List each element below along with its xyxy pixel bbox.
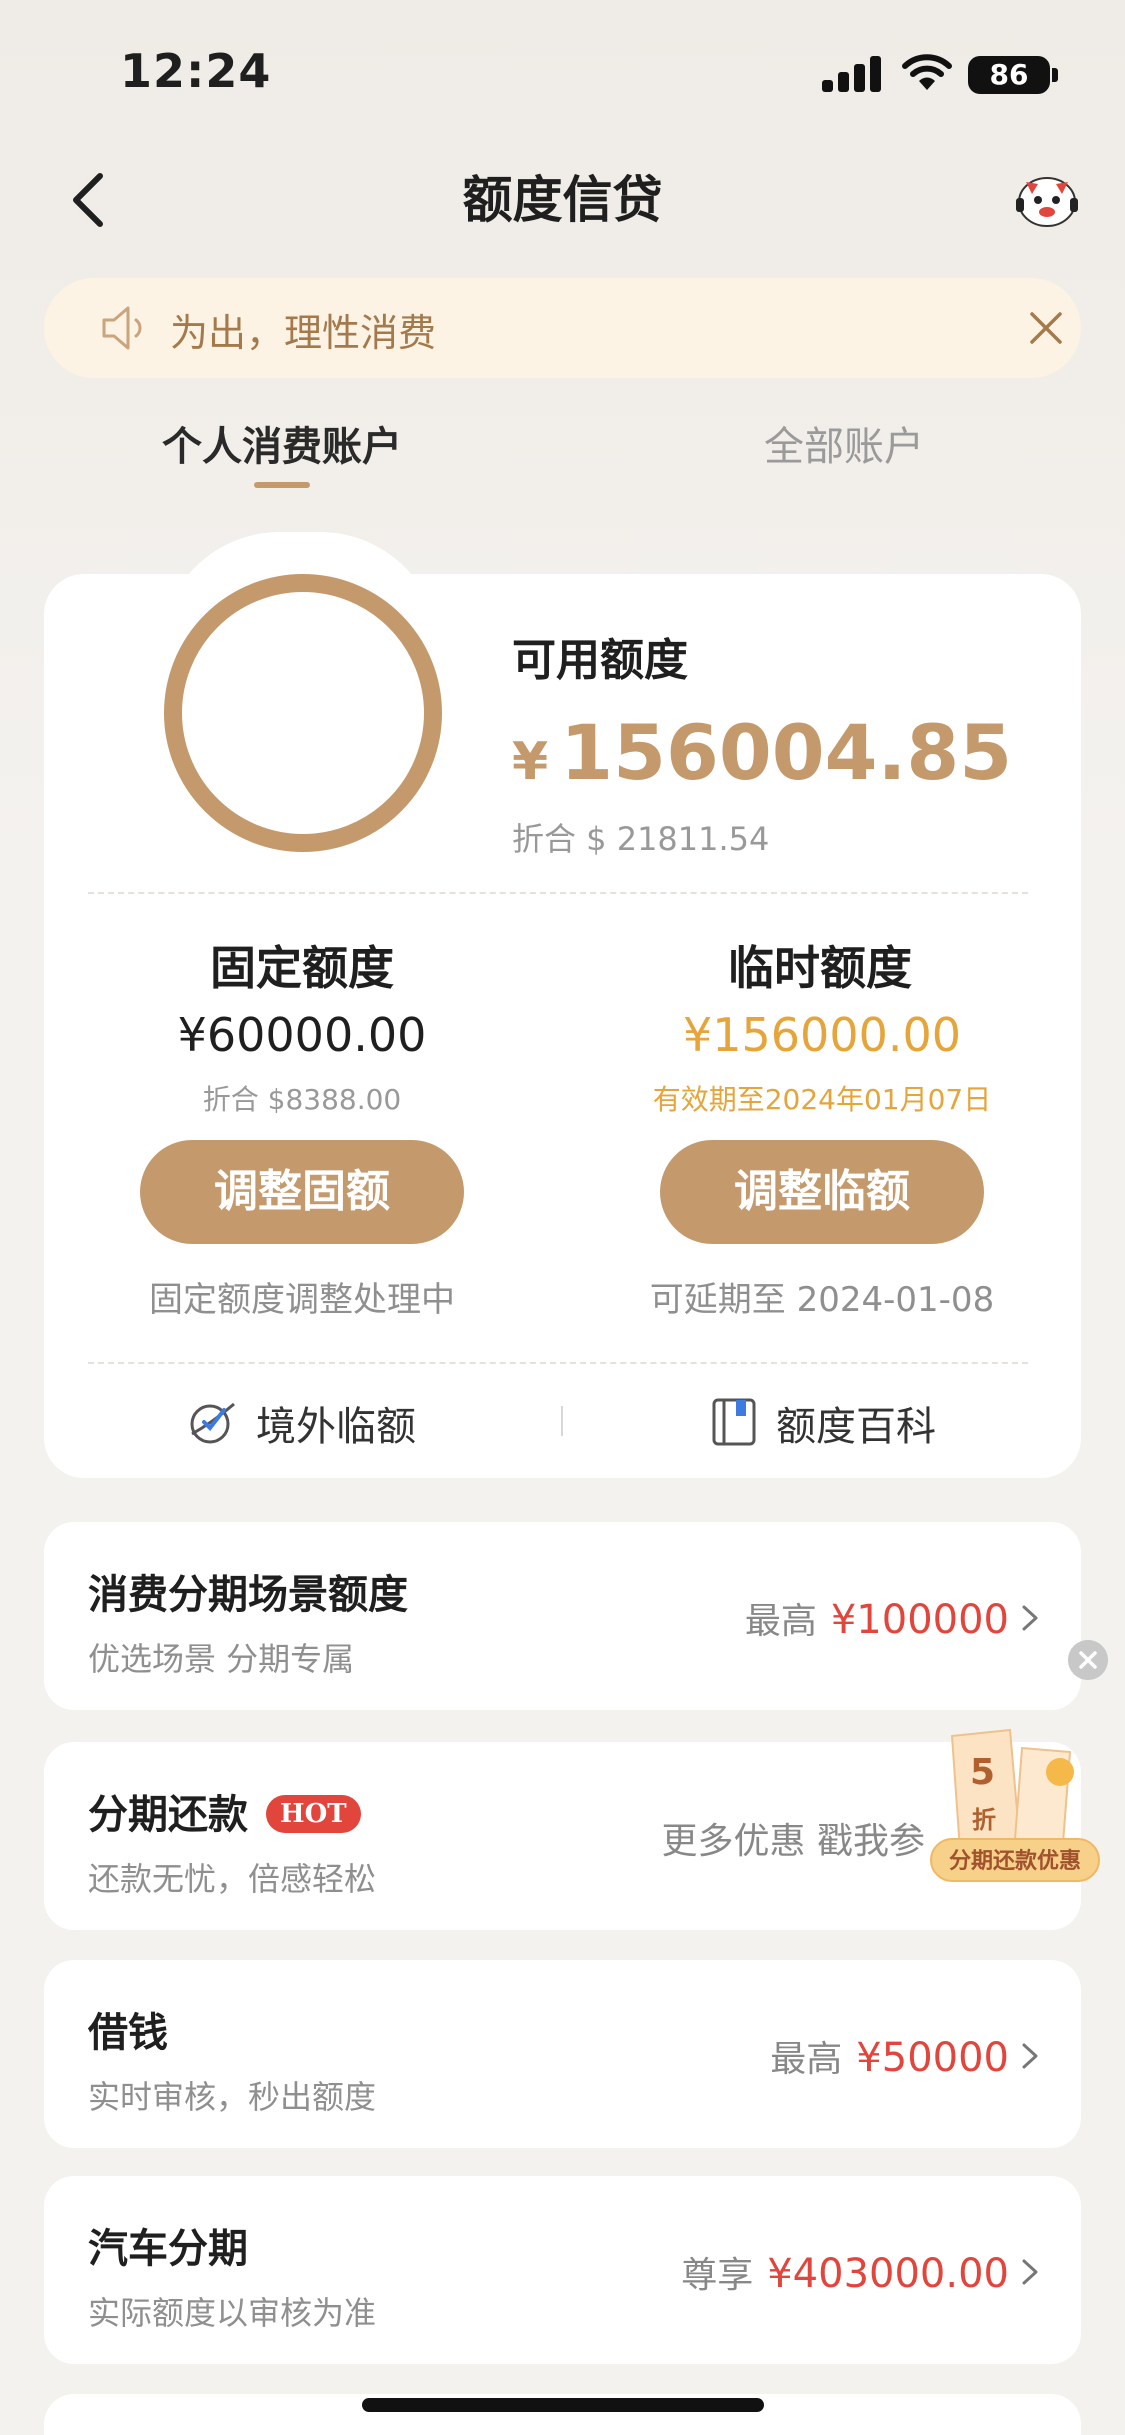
chevron-right-icon (1022, 2259, 1038, 2285)
divider (88, 892, 1028, 894)
chevron-right-icon (1022, 1605, 1038, 1631)
credit-ring-chart (164, 574, 442, 852)
status-time: 12:24 (120, 44, 272, 98)
promo-tag[interactable]: 分期还款优惠 (930, 1838, 1100, 1882)
list-item-subtitle: 实时审核，秒出额度 (88, 2078, 377, 2116)
list-item-right-prefix: 最高 (744, 1601, 817, 1642)
list-item-right: 尊享 ¥403000.00 (681, 2246, 1009, 2298)
mascot-service-icon[interactable] (1014, 168, 1080, 230)
divider (88, 1362, 1028, 1364)
adjust-temp-button[interactable]: 调整临额 (660, 1140, 984, 1244)
list-item-installment-repay[interactable]: 分期还款 HOT 还款无忧，倍感轻松 更多优惠 戳我参 (44, 1742, 1081, 1930)
temp-credit-status: 可延期至 2024-01-08 (649, 1280, 995, 1320)
notice-text: 为出，理性消费 (170, 311, 437, 355)
temp-credit-title: 临时额度 (728, 941, 912, 995)
overseas-credit-icon (190, 1402, 235, 1444)
close-icon[interactable] (1024, 306, 1068, 350)
speaker-icon (102, 306, 142, 350)
tab-all-accounts[interactable]: 全部账户 (764, 414, 924, 472)
home-indicator (362, 2398, 764, 2412)
promo-unit: 折 (972, 1806, 996, 1834)
list-item-subtitle: 实际额度以审核为准 (88, 2294, 377, 2332)
hot-badge: HOT (266, 1795, 361, 1833)
list-item-title: 借钱 (88, 2010, 168, 2056)
chevron-right-icon (1022, 2043, 1038, 2069)
list-item-right-prefix: 尊享 (681, 2255, 754, 2296)
available-credit-value: 156004.85 (560, 708, 1013, 797)
temp-credit-amount: ¥156000.00 (682, 1008, 962, 1062)
list-item-right-value: ¥403000.00 (767, 2251, 1009, 2297)
battery-cap (1052, 68, 1058, 82)
list-item-subtitle: 还款无忧，倍感轻松 (88, 1860, 377, 1898)
close-promo-icon[interactable] (1068, 1640, 1108, 1680)
fixed-credit-amount: ¥60000.00 (177, 1008, 427, 1062)
list-item-title: 分期还款 HOT (88, 1782, 361, 1840)
link-separator (561, 1406, 563, 1436)
list-item-right-prefix: 最高 (770, 2039, 843, 2080)
available-credit-amount: ¥156004.85 (512, 708, 1012, 797)
active-tab-indicator (254, 482, 310, 488)
list-item-title-text: 分期还款 (88, 1792, 248, 1838)
fixed-credit-status: 固定额度调整处理中 (149, 1280, 455, 1320)
available-credit-label: 可用额度 (512, 635, 688, 686)
list-item-right-value: ¥100000 (830, 1597, 1009, 1643)
promo-digit: 5 (970, 1752, 996, 1793)
list-item-right: 最高 ¥50000 (770, 2030, 1009, 2082)
battery-icon: 86 (968, 56, 1050, 94)
credit-wiki-link[interactable]: 额度百科 (776, 1394, 936, 1452)
book-icon (712, 1398, 756, 1446)
list-item-right: 更多优惠 戳我参 (662, 1812, 925, 1864)
cellular-signal-icon (822, 56, 882, 92)
wifi-icon (902, 54, 952, 90)
notice-bar[interactable]: 为出，理性消费 (44, 278, 1081, 378)
list-item-installment-scene[interactable]: 消费分期场景额度 优选场景 分期专属 最高 ¥100000 (44, 1522, 1081, 1710)
list-item-borrow[interactable]: 借钱 实时审核，秒出额度 最高 ¥50000 (44, 1960, 1081, 2148)
list-item-subtitle: 优选场景 分期专属 (88, 1640, 355, 1678)
currency-symbol: ¥ (512, 732, 549, 792)
list-item-title: 消费分期场景额度 (88, 1572, 408, 1618)
list-item-title: 汽车分期 (88, 2226, 248, 2272)
list-item-right: 最高 ¥100000 (745, 1592, 1009, 1644)
list-item-right-value: ¥50000 (856, 2035, 1009, 2081)
list-item-right-prefix: 更多优惠 戳我参 (661, 1821, 925, 1862)
adjust-fixed-button[interactable]: 调整固额 (140, 1140, 464, 1244)
fixed-credit-title: 固定额度 (210, 941, 394, 995)
list-item-car-installment[interactable]: 汽车分期 实际额度以审核为准 尊享 ¥403000.00 (44, 2176, 1081, 2364)
tab-personal-account[interactable]: 个人消费账户 (162, 414, 402, 472)
temp-credit-validity: 有效期至2024年01月07日 (652, 1083, 992, 1116)
overseas-credit-link[interactable]: 境外临额 (256, 1394, 416, 1452)
fixed-credit-usd: 折合 $8388.00 (202, 1083, 402, 1116)
available-credit-usd: 折合 $ 21811.54 (512, 820, 770, 858)
page-title: 额度信贷 (462, 171, 663, 229)
